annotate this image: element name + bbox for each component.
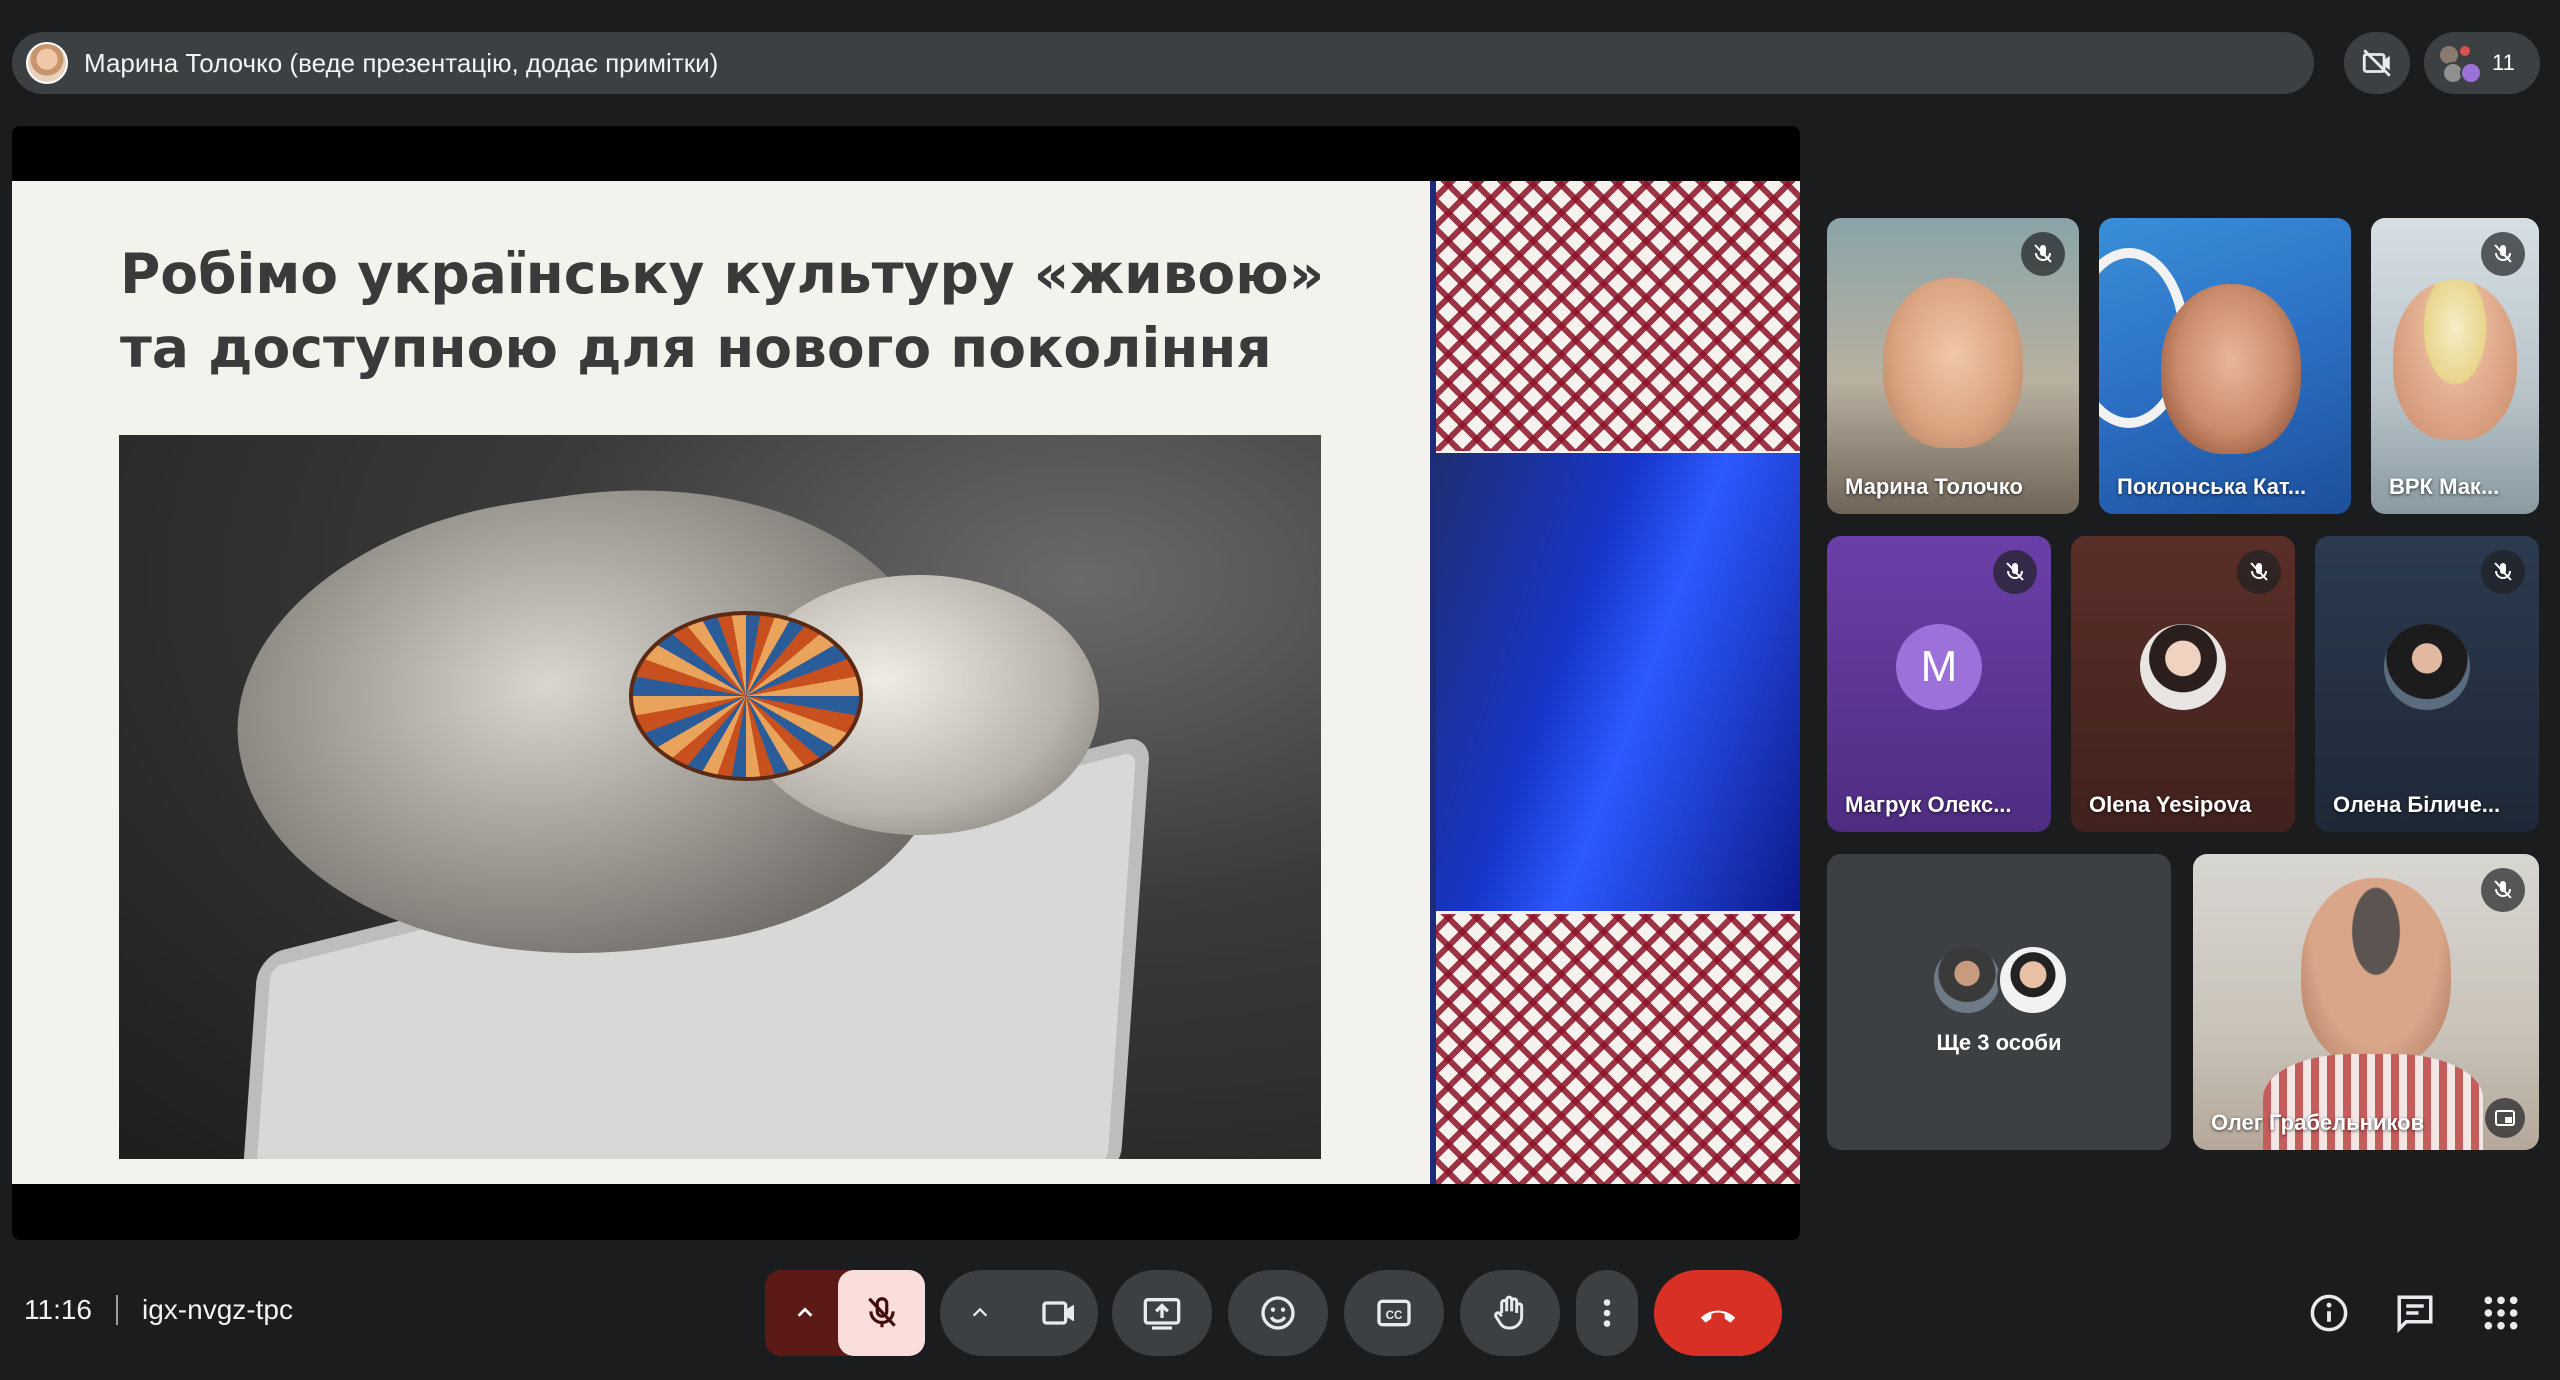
blue-decor-panel [1436,453,1800,911]
participant-name: Олег Грабельников [2211,1110,2425,1135]
mic-off-icon [867,1297,896,1328]
video-options-button[interactable] [945,1270,1015,1356]
participant-tile[interactable]: Олег Грабельников [2193,854,2539,1150]
present-button[interactable] [1112,1270,1212,1356]
svg-text:CC: CC [1386,1309,1403,1322]
info-icon [2310,1294,2348,1332]
camera-off-icon [2362,49,2391,77]
meeting-details-button[interactable] [2304,1288,2354,1338]
mic-toggle-button[interactable] [838,1270,925,1356]
participants-count: 11 [2492,50,2515,75]
participant-video [2301,878,2451,1068]
people-icon [2438,42,2482,84]
more-participants-avatars [1931,944,2081,1018]
captions-button[interactable]: CC [1344,1270,1444,1356]
embroidery-pattern-top [1436,181,1800,451]
participant-video [2393,280,2517,440]
mic-off-icon [2481,868,2525,912]
captions-icon: CC [1377,1299,1411,1327]
participant-name: Олена Біличе... [2333,792,2501,817]
participant-tile[interactable]: Марина Толочко [1827,218,2079,514]
more-participants-tile[interactable]: Ще 3 особи [1827,854,2171,1150]
embroidery-pattern-bottom [1436,914,1800,1184]
emoji-icon [1261,1296,1295,1330]
raise-hand-icon [1494,1295,1524,1330]
present-screen-icon [1143,1298,1181,1330]
participant-tile[interactable]: ВРК Мак... [2371,218,2539,514]
participant-name: Марина Толочко [1845,474,2023,499]
pip-icon[interactable] [2485,1098,2525,1138]
mic-off-icon [2237,550,2281,594]
presenter-avatar [26,42,68,84]
end-call-icon [1700,1310,1736,1323]
participant-avatar [2140,624,2226,710]
presenter-status: Марина Толочко (веде презентацію, додає … [84,47,719,78]
slide-title-line-1: Робімо українську культуру «живою» [120,242,1325,306]
mic-off-icon [2481,232,2525,276]
participant-video [2161,284,2301,454]
chat-icon [2397,1295,2433,1333]
presenter-banner[interactable]: Марина Толочко (веде презентацію, додає … [12,32,2314,94]
participant-tile[interactable]: Поклонська Кат... [2099,218,2351,514]
slide-title: Робімо українську культуру «живою» та до… [120,237,1420,385]
chat-button[interactable] [2390,1288,2440,1338]
meeting-info: 11:16 igx-nvgz-tpc [24,1294,293,1326]
reactions-button[interactable] [1228,1270,1328,1356]
participant-avatar: M [1896,624,1982,710]
camera-icon [1042,1301,1074,1325]
mic-off-icon [2021,232,2065,276]
hide-self-view-button[interactable] [2344,32,2410,94]
chevron-up-icon [972,1307,988,1317]
audio-options-button[interactable] [770,1270,840,1356]
participant-name: Поклонська Кат... [2117,474,2307,499]
slide-photo [119,435,1321,1159]
more-options-icon [1603,1299,1611,1327]
meeting-code: igx-nvgz-tpc [142,1294,293,1325]
participant-name: Магрук Олекс... [1845,792,2012,817]
participants-button[interactable]: 11 [2424,32,2540,94]
participant-tile[interactable]: Olena Yesipova [2071,536,2295,832]
participant-name: Olena Yesipova [2089,792,2252,817]
slide-title-line-2: та доступною для нового покоління [120,316,1272,380]
meeting-time: 11:16 [24,1294,92,1325]
slide: Робімо українську культуру «живою» та до… [12,181,1800,1184]
more-options-button[interactable] [1576,1270,1638,1356]
presentation-stage: Робімо українську культуру «живою» та до… [12,126,1800,1240]
mic-off-icon [1993,550,2037,594]
end-call-button[interactable] [1654,1270,1782,1356]
more-participants-label: Ще 3 особи [1936,1030,2062,1055]
participant-video [1883,278,2023,448]
mic-off-icon [2481,550,2525,594]
participant-tile[interactable]: M Магрук Олекс... [1827,536,2051,832]
participant-name: ВРК Мак... [2389,474,2500,499]
chevron-up-icon [797,1307,813,1317]
raise-hand-button[interactable] [1460,1270,1560,1356]
participant-avatar [2384,624,2470,710]
participant-tile[interactable]: Олена Біличе... [2315,536,2539,832]
pysanka-image [629,611,863,781]
camera-toggle-button[interactable] [1020,1270,1098,1356]
activities-button[interactable] [2476,1288,2526,1338]
meeting-info-separator [116,1295,118,1325]
activities-icon [2484,1296,2518,1330]
